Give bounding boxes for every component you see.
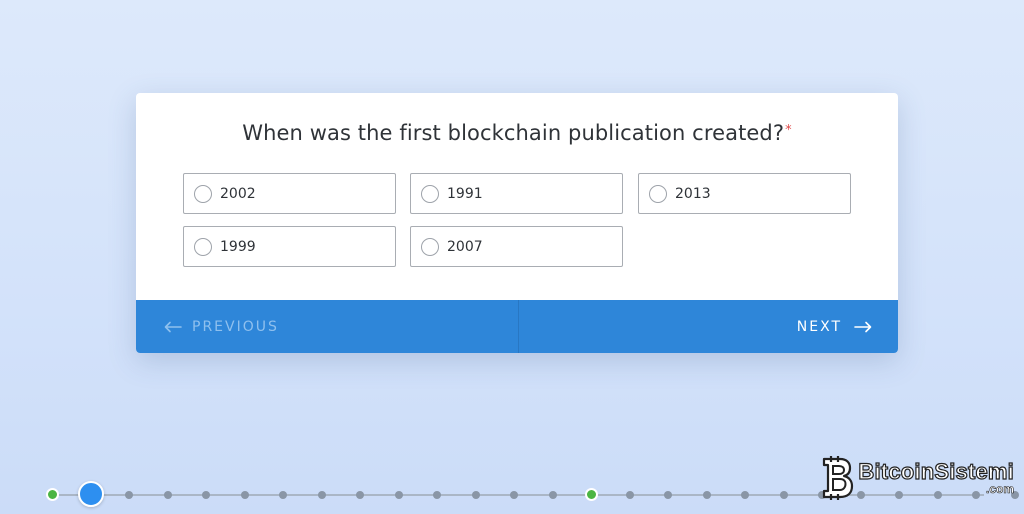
progress-step-pending[interactable] xyxy=(510,491,518,499)
radio-button[interactable] xyxy=(649,184,667,203)
progress-step-pending[interactable] xyxy=(240,491,249,499)
previous-label: PREVIOUS xyxy=(192,318,279,335)
radio-button[interactable] xyxy=(421,237,439,256)
progress-step-pending[interactable] xyxy=(741,491,749,499)
progress-step-pending[interactable] xyxy=(433,491,441,499)
radio-button[interactable] xyxy=(421,184,439,203)
progress-step-active[interactable] xyxy=(77,481,104,507)
progress-step-pending[interactable] xyxy=(163,491,172,499)
option-2007[interactable]: 2007 xyxy=(410,226,623,267)
progress-step-pending[interactable] xyxy=(625,491,634,499)
option-label: 2002 xyxy=(220,185,256,202)
radio-button[interactable] xyxy=(194,237,212,256)
next-button[interactable]: NEXT xyxy=(519,300,899,353)
progress-step-pending[interactable] xyxy=(548,491,557,499)
watermark-tld: .com xyxy=(985,482,1015,496)
option-1991[interactable]: 1991 xyxy=(410,173,623,214)
progress-step-pending[interactable] xyxy=(125,491,133,499)
progress-step-done[interactable] xyxy=(585,488,598,501)
question-text: When was the first blockchain publicatio… xyxy=(242,121,785,145)
required-mark: * xyxy=(785,123,792,138)
bitcoin-logo-icon xyxy=(823,456,854,500)
progress-step-pending[interactable] xyxy=(202,491,210,499)
option-label: 1999 xyxy=(220,238,256,255)
progress-step-pending[interactable] xyxy=(471,491,480,499)
progress-step-pending[interactable] xyxy=(664,491,672,499)
previous-button[interactable]: PREVIOUS xyxy=(136,300,519,353)
progress-step-done[interactable] xyxy=(46,488,59,501)
progress-step-pending[interactable] xyxy=(394,491,403,499)
progress-step-pending[interactable] xyxy=(279,491,287,499)
form-navigation: PREVIOUS NEXT xyxy=(136,300,898,353)
watermark-name: BitcoinSistemi xyxy=(858,459,1015,484)
watermark: BitcoinSistemi .com xyxy=(816,455,1014,501)
arrow-left-icon xyxy=(164,321,182,333)
option-label: 1991 xyxy=(447,185,483,202)
option-label: 2007 xyxy=(447,238,483,255)
progress-step-pending[interactable] xyxy=(317,491,326,499)
progress-step-pending[interactable] xyxy=(702,491,711,499)
next-label: NEXT xyxy=(796,318,842,335)
question-card: When was the first blockchain publicatio… xyxy=(136,93,898,353)
arrow-right-icon xyxy=(854,321,872,333)
option-label: 2013 xyxy=(675,185,711,202)
option-2002[interactable]: 2002 xyxy=(183,173,396,214)
progress-step-pending[interactable] xyxy=(779,491,788,499)
question-title: When was the first blockchain publicatio… xyxy=(136,121,898,145)
progress-step-pending[interactable] xyxy=(356,491,364,499)
option-1999[interactable]: 1999 xyxy=(183,226,396,267)
option-2013[interactable]: 2013 xyxy=(638,173,851,214)
radio-button[interactable] xyxy=(194,184,212,203)
